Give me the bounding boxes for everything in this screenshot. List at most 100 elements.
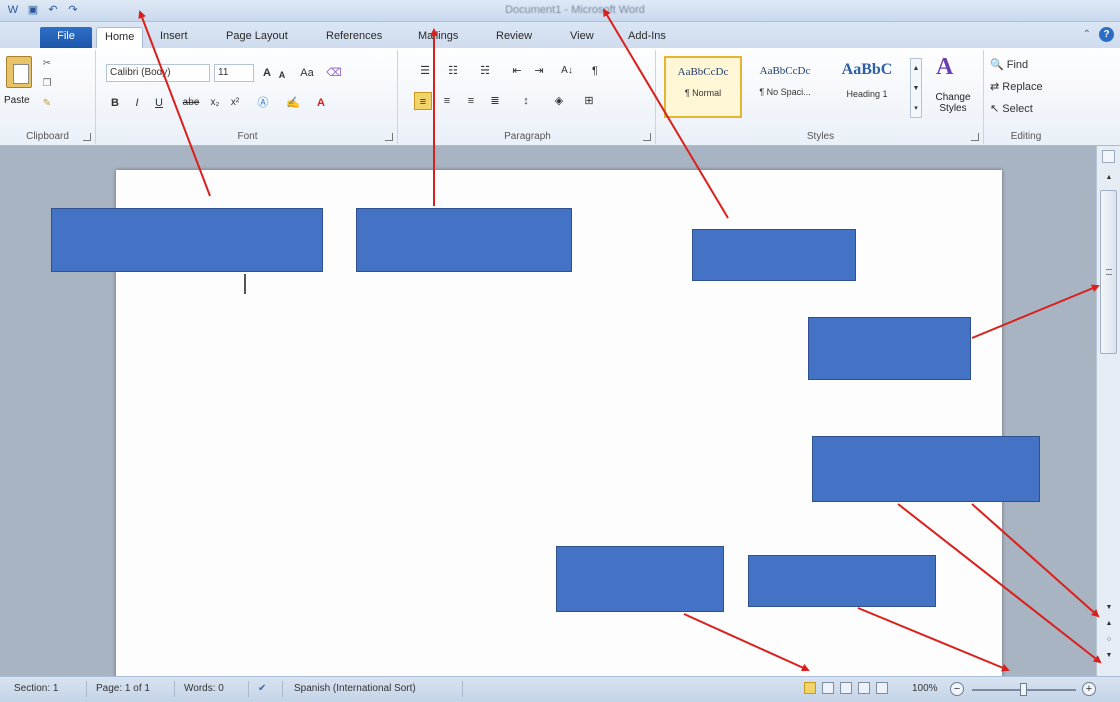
align-left-icon[interactable]: ≡	[414, 92, 432, 110]
paragraph-launcher-icon[interactable]	[643, 133, 651, 141]
superscript-button[interactable]: x²	[226, 94, 244, 112]
tab-add-ins[interactable]: Add-Ins	[620, 27, 674, 48]
tab-references[interactable]: References	[318, 27, 390, 48]
tab-view[interactable]: View	[562, 27, 602, 48]
highlight-icon[interactable]: ✍	[282, 94, 304, 112]
multilevel-list-icon[interactable]: ☵	[472, 62, 498, 80]
tab-mailings[interactable]: Mailings	[410, 27, 466, 48]
undo-icon[interactable]: ↶	[46, 3, 60, 17]
text-effects-icon[interactable]: Ⓐ	[254, 94, 272, 112]
clear-format-icon[interactable]: ⌫	[326, 64, 342, 82]
paste-icon[interactable]	[6, 56, 32, 88]
borders-icon[interactable]: ⊞	[578, 92, 600, 110]
tab-insert[interactable]: Insert	[152, 27, 196, 48]
font-group-label: Font	[237, 131, 258, 142]
style-no-spacing[interactable]: AaBbCcDc ¶ No Spaci...	[746, 56, 824, 118]
ribbon: Paste ✂ ❐ ✎ Clipboard Calibri (Body) 11 …	[0, 48, 1120, 146]
scroll-down-icon[interactable]: ▼	[1103, 604, 1115, 614]
previous-page-icon[interactable]: ▲	[1103, 620, 1115, 630]
sort-button[interactable]: A↓	[556, 62, 578, 80]
tab-file[interactable]: File	[40, 27, 92, 48]
change-styles-label: Change Styles	[935, 92, 971, 114]
styles-group: AaBbCcDc ¶ Normal AaBbCcDc ¶ No Spaci...…	[658, 50, 984, 144]
zoom-out-icon[interactable]: −	[950, 682, 964, 696]
tab-home[interactable]: Home	[96, 27, 144, 48]
line-spacing-icon[interactable]: ↕	[516, 92, 536, 110]
language-indicator[interactable]: Spanish (International Sort)	[294, 683, 416, 694]
find-icon: 🔍	[990, 59, 1004, 71]
section-indicator[interactable]: Section: 1	[14, 683, 58, 694]
justify-icon[interactable]: ≣	[486, 92, 504, 110]
change-styles-icon: A	[936, 54, 954, 80]
redo-icon[interactable]: ↷	[66, 3, 80, 17]
next-page-icon[interactable]: ▼	[1103, 652, 1115, 662]
grow-font-button[interactable]: A	[260, 64, 274, 82]
show-marks-icon[interactable]: ¶	[586, 62, 604, 80]
find-button[interactable]: 🔍 Find	[990, 56, 1060, 74]
find-label: Find	[1006, 59, 1029, 71]
subscript-button[interactable]: x₂	[206, 94, 224, 112]
font-launcher-icon[interactable]	[385, 133, 393, 141]
clipboard-launcher-icon[interactable]	[83, 133, 91, 141]
scrollbar-thumb[interactable]	[1100, 190, 1117, 354]
align-right-icon[interactable]: ≡	[462, 92, 480, 110]
scroll-up-icon[interactable]: ▲	[1103, 174, 1115, 184]
font-color-icon[interactable]: A	[312, 94, 330, 112]
divider	[248, 681, 249, 697]
bullets-icon[interactable]: ☰	[414, 62, 436, 80]
font-name-combo[interactable]: Calibri (Body)	[106, 64, 210, 82]
select-icon: ↖	[990, 103, 1000, 115]
shading-icon[interactable]: ◈	[548, 92, 570, 110]
replace-label: Replace	[1002, 81, 1043, 93]
strikethrough-button[interactable]: abe	[180, 94, 202, 112]
page-indicator[interactable]: Page: 1 of 1	[96, 683, 150, 694]
view-ruler-icon[interactable]	[1102, 150, 1115, 163]
divider	[462, 681, 463, 697]
shrink-font-button[interactable]: A	[276, 66, 288, 84]
style-sample: AaBbCcDc	[677, 66, 729, 78]
select-label: Select	[1002, 103, 1033, 115]
numbering-icon[interactable]: ☷	[442, 62, 464, 80]
copy-icon[interactable]: ❐	[40, 78, 54, 90]
replace-button[interactable]: ⇄ Replace	[990, 78, 1064, 96]
paste-button-label[interactable]: Paste	[4, 95, 30, 106]
font-size-combo[interactable]: 11	[214, 64, 254, 82]
style-heading-1[interactable]: AaBbC Heading 1	[828, 56, 906, 118]
select-button[interactable]: ↖ Select	[990, 100, 1064, 118]
divider	[174, 681, 175, 697]
tab-review[interactable]: Review	[488, 27, 540, 48]
change-case-button[interactable]: Aa	[296, 64, 318, 82]
print-layout-icon[interactable]	[804, 682, 816, 694]
styles-gallery-scroll[interactable]: ▲ ▼ ▾	[910, 58, 922, 118]
underline-button[interactable]: U	[152, 94, 166, 112]
style-normal[interactable]: AaBbCcDc ¶ Normal	[664, 56, 742, 118]
draft-view-icon[interactable]	[876, 682, 888, 694]
full-screen-reading-icon[interactable]	[822, 682, 834, 694]
divider	[86, 681, 87, 697]
proofing-icon[interactable]: ✔	[258, 683, 266, 694]
increase-indent-icon[interactable]: ⇥	[530, 62, 548, 80]
zoom-in-icon[interactable]: +	[1082, 682, 1096, 696]
tab-page-layout[interactable]: Page Layout	[218, 27, 296, 48]
quick-access-toolbar: W ▣ ↶ ↷	[6, 3, 80, 17]
word-icon[interactable]: W	[6, 3, 20, 17]
italic-button[interactable]: I	[130, 94, 144, 112]
help-icon[interactable]: ?	[1099, 27, 1114, 42]
web-layout-icon[interactable]	[840, 682, 852, 694]
zoom-level[interactable]: 100%	[912, 683, 938, 694]
save-icon[interactable]: ▣	[26, 3, 40, 17]
outline-view-icon[interactable]	[858, 682, 870, 694]
minimize-ribbon-icon[interactable]: ⌃	[1083, 29, 1091, 40]
align-center-icon[interactable]: ≡	[438, 92, 456, 110]
cut-icon[interactable]: ✂	[40, 58, 54, 70]
word-count[interactable]: Words: 0	[184, 683, 224, 694]
change-styles-button[interactable]: A Change Styles	[924, 50, 980, 130]
format-painter-icon[interactable]: ✎	[40, 98, 54, 110]
editing-group: 🔍 Find ⇄ Replace ↖ Select Editing	[986, 50, 1066, 144]
decrease-indent-icon[interactable]: ⇤	[508, 62, 526, 80]
vertical-scrollbar[interactable]: ▲ ▼ ▲ ○ ▼	[1096, 146, 1120, 676]
browse-object-icon[interactable]: ○	[1103, 636, 1115, 646]
zoom-slider-thumb[interactable]	[1020, 683, 1027, 696]
styles-launcher-icon[interactable]	[971, 133, 979, 141]
bold-button[interactable]: B	[108, 94, 122, 112]
